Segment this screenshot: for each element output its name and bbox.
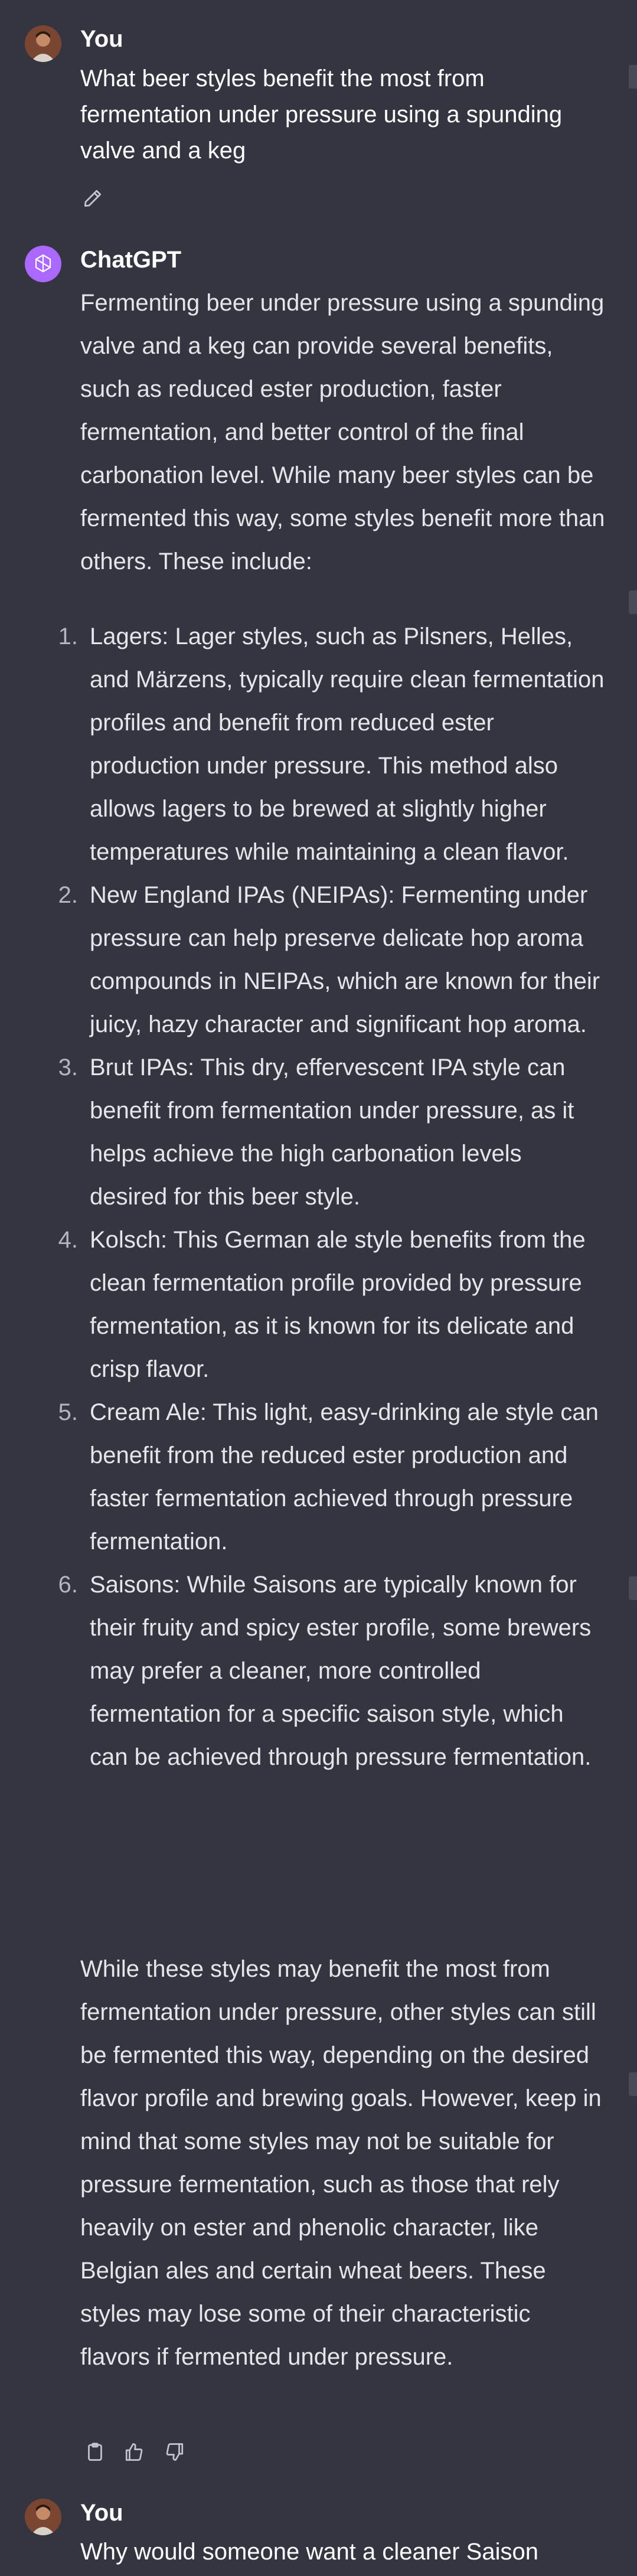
list-item: 3. Brut IPAs: This dry, effervescent IPA …: [50, 1046, 605, 1219]
user-avatar: [25, 2499, 61, 2535]
list-item-text: Cream Ale: This light, easy-drinking ale…: [90, 1399, 599, 1555]
response-outro: While these styles may benefit the most …: [80, 1956, 602, 2370]
scroll-marker[interactable]: [629, 590, 637, 614]
list-number: 3.: [58, 1054, 78, 1080]
thumbs-up-icon[interactable]: [122, 2440, 146, 2464]
clipboard-icon[interactable]: [83, 2440, 107, 2464]
user-avatar: [25, 25, 61, 62]
message-author: You: [80, 26, 123, 52]
list-number: 5.: [58, 1399, 78, 1425]
list-number: 4.: [58, 1227, 78, 1253]
list-number: 6.: [58, 1572, 78, 1598]
openai-logo-icon: [25, 246, 61, 282]
scroll-marker[interactable]: [629, 65, 637, 89]
message-text: What beer styles benefit the most from f…: [80, 66, 563, 164]
scrollbar-track[interactable]: [625, 0, 637, 2576]
list-item-text: Saisons: While Saisons are typically kno…: [90, 1572, 592, 1770]
list-item-text: Brut IPAs: This dry, effervescent IPA st…: [90, 1054, 574, 1210]
list-item: 4. Kolsch: This German ale style benefits…: [50, 1219, 605, 1391]
list-number: 1.: [58, 623, 78, 649]
list-item-text: New England IPAs (NEIPAs): Fermenting un…: [90, 882, 600, 1037]
scroll-marker[interactable]: [629, 2072, 637, 2096]
list-item: 2. New England IPAs (NEIPAs): Fermenting …: [50, 874, 605, 1046]
list-item: 1. Lagers: Lager styles, such as Pilsners…: [50, 615, 605, 874]
message-author: You: [80, 2500, 123, 2526]
message-text: Why would someone want a cleaner Saison: [80, 2539, 538, 2565]
scroll-marker[interactable]: [629, 1576, 637, 1600]
pencil-icon[interactable]: [80, 186, 105, 211]
list-number: 2.: [58, 882, 78, 908]
list-item: 5. Cream Ale: This light, easy-drinking a…: [50, 1391, 605, 1563]
list-item-text: Kolsch: This German ale style benefits f…: [90, 1227, 586, 1382]
thumbs-down-icon[interactable]: [162, 2440, 187, 2464]
list-item-text: Lagers: Lager styles, such as Pilsners, …: [90, 623, 605, 865]
beer-style-list: 1. Lagers: Lager styles, such as Pilsners…: [50, 615, 605, 1779]
message-author: ChatGPT: [80, 247, 182, 273]
response-intro: Fermenting beer under pressure using a s…: [80, 290, 605, 574]
list-item: 6. Saisons: While Saisons are typically k…: [50, 1563, 605, 1779]
